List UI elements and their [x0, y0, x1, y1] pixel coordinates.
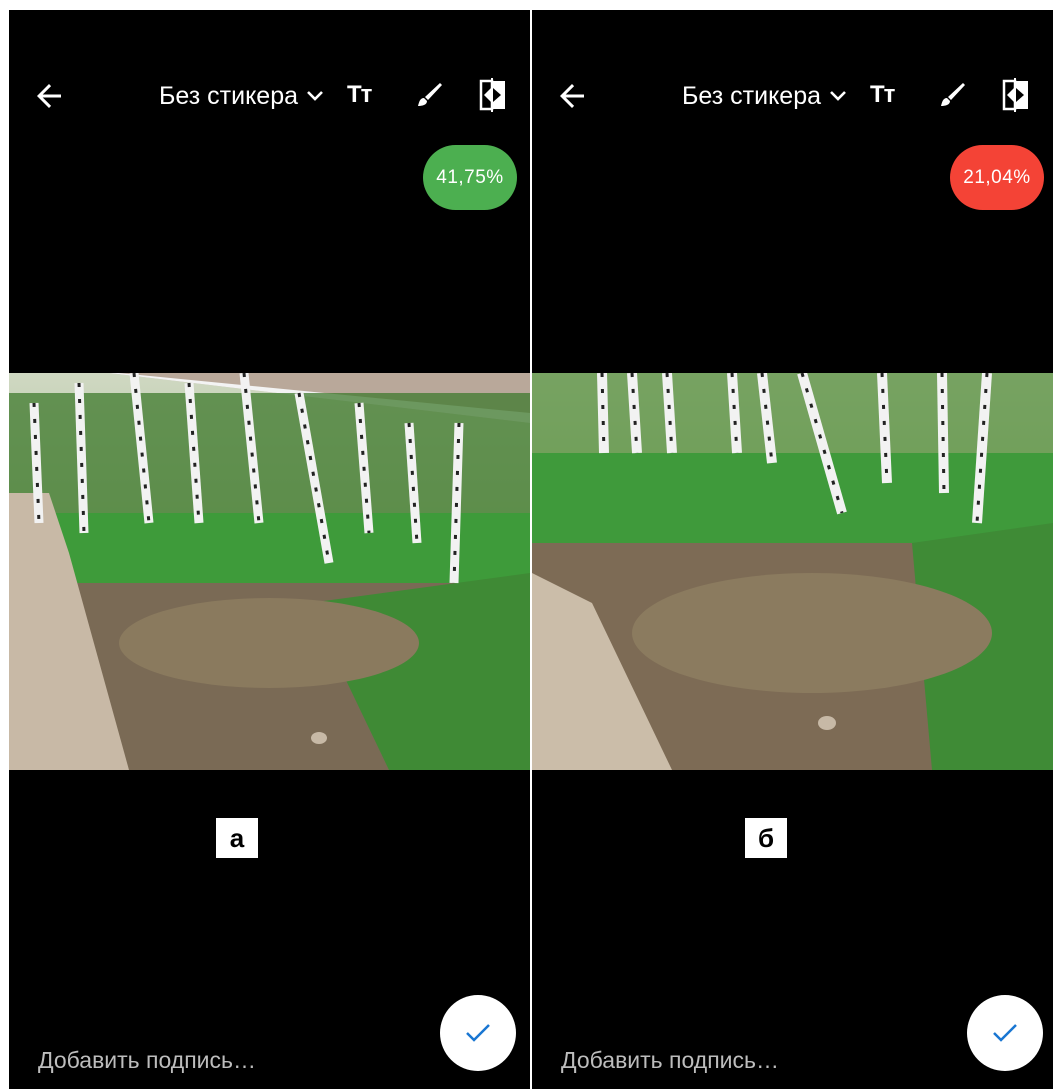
- top-toolbar: Без стикера Tт: [9, 68, 530, 128]
- panel-label-a: а: [216, 818, 258, 858]
- text-icon[interactable]: Tт: [347, 80, 372, 110]
- chevron-down-icon: [830, 91, 846, 101]
- editor-panel-b: Без стикера Tт 21,04% б Добавить подпись…: [532, 10, 1053, 1089]
- sticker-dropdown-label: Без стикера: [159, 81, 299, 110]
- sticker-dropdown-label: Без стикера: [682, 81, 822, 110]
- sticker-dropdown[interactable]: Без стикера: [682, 76, 847, 116]
- caption-input[interactable]: Добавить подпись…: [561, 1047, 779, 1074]
- editor-panel-a: Без стикера Tт 41,75% а Добавить подпись…: [9, 10, 530, 1089]
- text-icon[interactable]: Tт: [870, 80, 895, 110]
- score-badge: 21,04%: [950, 145, 1044, 210]
- photo-birch-forest: [532, 373, 1053, 770]
- back-arrow-icon[interactable]: [31, 78, 67, 114]
- compare-icon[interactable]: [479, 78, 509, 112]
- confirm-button[interactable]: [440, 995, 516, 1071]
- top-toolbar: Без стикера Tт: [532, 68, 1053, 128]
- sticker-dropdown[interactable]: Без стикера: [159, 76, 324, 116]
- confirm-button[interactable]: [967, 995, 1043, 1071]
- check-icon: [466, 1024, 490, 1042]
- check-icon: [993, 1024, 1017, 1042]
- brush-icon[interactable]: [414, 80, 444, 110]
- panel-label-b: б: [745, 818, 787, 858]
- compare-icon[interactable]: [1002, 78, 1032, 112]
- caption-input[interactable]: Добавить подпись…: [38, 1047, 256, 1074]
- brush-icon[interactable]: [937, 80, 967, 110]
- score-badge: 41,75%: [423, 145, 517, 210]
- photo-birch-forest: [9, 373, 530, 770]
- back-arrow-icon[interactable]: [554, 78, 590, 114]
- chevron-down-icon: [307, 91, 323, 101]
